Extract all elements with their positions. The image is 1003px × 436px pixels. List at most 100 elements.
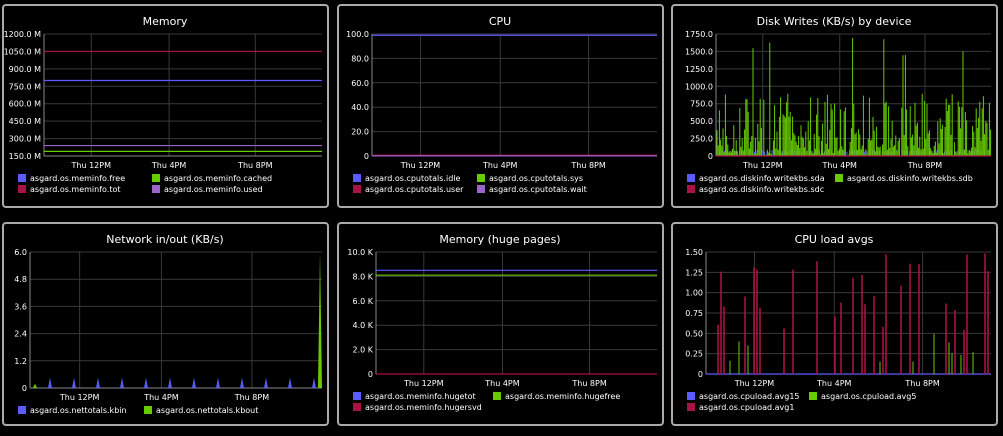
legend-swatch [18,174,26,182]
y-tick-label: 1.00 [685,289,703,298]
chart-svg: CPU 0 20.0 40.0 60.0 80.0 100.0 Thu 12PM Thu 4PM… [346,15,657,194]
y-tick-label: 0.75 [685,309,703,318]
x-tick-label: Thu 8PM [234,393,269,402]
y-tick-label: 1750.0 [685,30,713,39]
x-tick-label: Thu 12PM [403,379,444,388]
disk-writes-panel: Disk Writes (KB/s) by device 0 250.0 500.0 7… [671,4,998,208]
y-tick-label: 0.25 [685,350,703,359]
legend-swatch [353,392,361,400]
x-tick-label: Thu 8PM [907,161,942,170]
legend-swatch [687,174,695,182]
x-tick-label: Thu 8PM [237,161,272,170]
x-tick-label: Thu 8PM [904,379,939,388]
chart-title: CPU load avgs [795,233,874,246]
y-tick-label: 3.6 [14,302,27,311]
y-tick-label: 1500.0 [685,47,713,56]
y-tick-label: 4.0 K [352,321,373,330]
y-tick-label: 100.0 [346,30,369,39]
legend-label: asgard.os.diskinfo.writekbs.sdc [699,185,824,194]
chart-title: Disk Writes (KB/s) by device [757,15,912,28]
y-tick-label: 6.0 [14,248,27,257]
chart-title: CPU [489,15,511,28]
chart-title: Network in/out (KB/s) [106,233,223,246]
y-tick-label: 750.0 [690,100,713,109]
y-tick-label: 1000.0 [685,82,713,91]
legend-label: asgard.os.cputotals.sys [489,174,583,183]
y-tick-label: 8.0 K [352,272,373,281]
x-tick-label: Thu 12PM [734,379,775,388]
y-tick-label: 900.0 M [9,65,41,74]
legend-label: asgard.os.cpuload.avg5 [821,392,916,401]
y-tick-label: 1.25 [685,268,703,277]
x-tick-label: Thu 4PM [822,161,857,170]
y-tick-label: 1050.0 M [4,47,41,56]
legend-swatch [353,185,361,193]
memory-panel: Memory 150.0 M 300.0 M 450.0 M 600.0 M 750.0 … [2,4,329,208]
legend-swatch [835,174,843,182]
y-tick-label: 10.0 K [347,248,373,257]
x-tick-label: Thu 4PM [482,161,517,170]
legend-label: asgard.os.meminfo.free [30,174,125,183]
legend-label: asgard.os.cputotals.user [365,185,464,194]
legend-swatch [353,403,361,411]
y-tick-label: 0 [22,384,27,393]
x-tick-label: Thu 12PM [59,393,100,402]
x-tick-label: Thu 4PM [484,379,519,388]
y-tick-label: 4.8 [14,275,27,284]
y-tick-label: 2.0 K [352,346,373,355]
legend-swatch [687,185,695,193]
legend-label: asgard.os.cputotals.wait [489,185,587,194]
y-tick-label: 60.0 [351,79,369,88]
legend-label: asgard.os.cpuload.avg1 [699,403,794,412]
legend-label: asgard.os.meminfo.hugefree [505,392,620,401]
y-tick-label: 6.0 K [352,297,373,306]
legend-swatch [687,392,695,400]
x-tick-label: Thu 4PM [816,379,851,388]
chart-svg: Disk Writes (KB/s) by device 0 250.0 500.0 7… [685,15,992,194]
y-tick-label: 250.0 [690,135,713,144]
chart-svg: Memory 150.0 M 300.0 M 450.0 M 600.0 M 750.0 … [4,15,322,194]
y-tick-label: 0 [364,152,369,161]
y-tick-label: 0.50 [685,329,703,338]
cpu-panel: CPU 0 20.0 40.0 60.0 80.0 100.0 Thu 12PM Thu 4PM… [337,4,664,208]
legend-label: asgard.os.meminfo.cached [164,174,272,183]
y-tick-label: 500.0 [690,117,713,126]
legend-label: asgard.os.cpuload.avg15 [699,392,800,401]
legend-swatch [144,406,152,414]
y-tick-label: 0 [368,370,373,379]
legend-label: asgard.os.diskinfo.writekbs.sda [699,174,825,183]
chart-title: Memory [143,15,188,28]
y-tick-label: 1250.0 [685,65,713,74]
legend-swatch [809,392,817,400]
y-tick-label: 0 [708,152,713,161]
y-tick-label: 2.4 [14,330,27,339]
y-tick-label: 600.0 M [9,100,41,109]
x-tick-label: Thu 8PM [570,161,605,170]
y-tick-label: 750.0 M [9,82,41,91]
legend-swatch [353,174,361,182]
x-tick-label: Thu 12PM [71,161,112,170]
cpu-load-panel: CPU load avgs 0 0.25 0.50 0.75 1.00 1.25 1.50 Th… [671,222,998,426]
y-tick-label: 450.0 M [9,117,41,126]
legend-swatch [493,392,501,400]
legend-swatch [477,174,485,182]
legend-label: asgard.os.nettotals.kbin [30,406,127,415]
legend-label: asgard.os.meminfo.hugetot [365,392,476,401]
x-tick-label: Thu 8PM [571,379,606,388]
y-tick-label: 1200.0 M [4,30,41,39]
y-tick-label: 1.2 [14,357,27,366]
x-tick-label: Thu 12PM [742,161,783,170]
x-tick-label: Thu 4PM [143,393,178,402]
series-kbout [33,252,322,388]
series-kbin [48,377,316,388]
series-sdb [716,38,992,156]
legend-swatch [18,406,26,414]
chart-svg: CPU load avgs 0 0.25 0.50 0.75 1.00 1.25 1.50 Th… [685,233,991,412]
huge-pages-panel: Memory (huge pages) 0 2.0 K 4.0 K 6.0 K 8.0 K… [337,222,664,426]
chart-title: Memory (huge pages) [439,233,560,246]
y-tick-label: 1.50 [685,248,703,257]
y-tick-label: 80.0 [351,54,369,63]
legend-label: asgard.os.diskinfo.writekbs.sdb [847,174,973,183]
legend-swatch [152,185,160,193]
legend-label: asgard.os.meminfo.hugersvd [365,403,482,412]
